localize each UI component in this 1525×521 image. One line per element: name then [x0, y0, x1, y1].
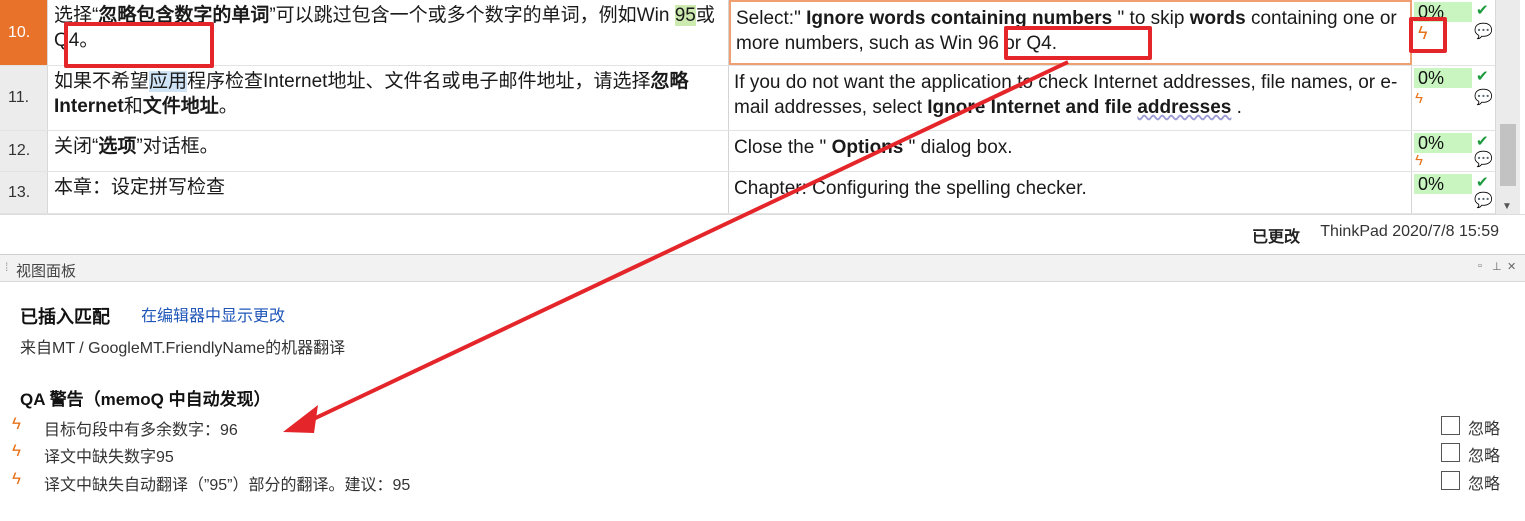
segment-status: 0% ✔ 💬	[1412, 172, 1495, 213]
inserted-match-title: 已插入匹配	[20, 307, 110, 327]
source-bold-text: 文件地址	[142, 96, 219, 117]
source-text: 程序检查Internet地址、文件名或电子邮件地址，请选择	[187, 71, 651, 92]
qa-warning-text: 目标句段中有多余数字：96	[44, 422, 238, 439]
check-icon: ✔	[1476, 174, 1489, 191]
restore-icon[interactable]: ▫	[1478, 260, 1482, 272]
view-pane-title: 视图面板	[16, 263, 77, 280]
comment-bubble-icon[interactable]: 💬	[1474, 150, 1493, 168]
lightning-warning-icon[interactable]: ϟ	[1415, 90, 1423, 107]
source-text: ”对话框。	[136, 136, 219, 157]
source-text: ”可以跳过包含一个或多个数字的单词，例如	[269, 5, 637, 26]
source-bold-text: Internet	[54, 96, 124, 117]
source-text: 和	[123, 96, 143, 117]
lightning-warning-icon: ϟ	[12, 441, 21, 460]
match-percent: 0%	[1414, 174, 1472, 194]
segment-status: 0% ✔ ϟ 💬	[1412, 66, 1495, 130]
source-text: 关闭“	[54, 136, 99, 157]
target-cell[interactable]: Chapter: Configuring the spelling checke…	[729, 172, 1412, 213]
show-changes-link[interactable]: 在编辑器中显示更改	[141, 302, 285, 326]
segment-number: 12.	[0, 131, 48, 171]
source-number-highlight: 95	[674, 5, 696, 26]
segment-grid: 10. 选择“忽略包含数字的单词”可以跳过包含一个或多个数字的单词，例如Win …	[0, 0, 1525, 214]
comment-bubble-icon[interactable]: 💬	[1474, 22, 1493, 40]
ignore-label[interactable]: 忽略	[1468, 470, 1500, 494]
source-cell[interactable]: 本章：设定拼写检查	[48, 172, 729, 213]
annotation-box-source-number	[64, 22, 214, 68]
lightning-warning-icon: ϟ	[12, 414, 21, 433]
target-text: Close the "	[734, 137, 832, 158]
ignore-label[interactable]: 忽略	[1468, 415, 1500, 439]
comment-bubble-icon[interactable]: 💬	[1474, 88, 1493, 106]
source-cell[interactable]: 如果不希望应用程序检查Internet地址、文件名或电子邮件地址，请选择忽略 In…	[48, 66, 729, 130]
target-cell[interactable]: Close the " Options " dialog box.	[729, 131, 1412, 171]
source-highlight: 应用	[149, 71, 188, 92]
qa-warning-item: ϟ 译文中缺失自动翻译（”95”）部分的翻译。建议：95 忽略	[12, 469, 1512, 494]
qa-warning-item: ϟ 译文中缺失数字95 忽略	[12, 441, 1512, 466]
scroll-down-arrow-icon[interactable]: ▼	[1502, 201, 1512, 212]
qa-warning-item: ϟ 目标句段中有多余数字：96 忽略	[12, 414, 1512, 439]
source-bold-text: 选项	[98, 136, 137, 157]
target-cell[interactable]: If you do not want the application to ch…	[729, 66, 1412, 130]
source-text: 如果不希望	[54, 71, 150, 92]
match-percent: 0%	[1414, 133, 1472, 153]
segment-row-13[interactable]: 13. 本章：设定拼写检查 Chapter: Configuring the s…	[0, 172, 1495, 214]
mt-source-label: 来自MT / GoogleMT.FriendlyName的机器翻译	[20, 340, 346, 357]
segment-row-12[interactable]: 12. 关闭“选项”对话框。 Close the " Options " dia…	[0, 131, 1495, 172]
annotation-box-target-number	[1004, 26, 1152, 60]
drag-grip-icon[interactable]: ⁞	[5, 260, 9, 274]
lightning-warning-icon[interactable]: ϟ	[1418, 23, 1428, 44]
pin-icon[interactable]: ⊥	[1492, 260, 1502, 273]
target-bold-text: Options	[831, 137, 904, 158]
segment-number: 13.	[0, 172, 48, 213]
lightning-warning-icon[interactable]: ϟ	[1415, 152, 1423, 169]
target-text: " dialog box.	[903, 137, 1013, 158]
qa-warnings-title: QA 警告（memoQ 中自动发现）	[20, 390, 271, 409]
check-icon: ✔	[1476, 133, 1489, 150]
segment-number: 11.	[0, 66, 48, 130]
ignore-checkbox[interactable]	[1441, 416, 1460, 435]
lightning-warning-icon: ϟ	[12, 469, 21, 488]
segment-status-bar: 已更改 ThinkPad 2020/7/8 15:59	[0, 214, 1525, 250]
qa-warning-text: 译文中缺失自动翻译（”95”）部分的翻译。建议：95	[44, 477, 411, 494]
user-date-label: ThinkPad 2020/7/8 15:59	[1320, 223, 1499, 240]
check-icon: ✔	[1476, 68, 1489, 85]
target-text: Select:"	[736, 8, 807, 29]
segment-row-11[interactable]: 11. 如果不希望应用程序检查Internet地址、文件名或电子邮件地址，请选择…	[0, 66, 1495, 131]
segment-number: 10.	[0, 0, 48, 65]
target-bold-text: words	[1189, 8, 1246, 29]
source-bold-text: 忽略	[650, 71, 689, 92]
view-pane-header: ⁞ 视图面板 ▫ ⊥ ✕	[0, 254, 1525, 282]
close-icon[interactable]: ✕	[1507, 260, 1516, 273]
match-percent: 0%	[1414, 68, 1472, 88]
qa-warning-text: 译文中缺失数字95	[44, 449, 174, 466]
view-pane-body: 已插入匹配 在编辑器中显示更改 来自MT / GoogleMT.Friendly…	[0, 282, 1525, 521]
check-icon: ✔	[1476, 2, 1489, 19]
source-text: Win	[636, 5, 675, 26]
target-text: .	[1231, 97, 1242, 118]
changed-label: 已更改	[1251, 229, 1300, 246]
scrollbar-thumb[interactable]	[1500, 124, 1516, 186]
source-text: 。	[218, 96, 238, 117]
annotation-box-warning-icon: ϟ	[1409, 17, 1447, 53]
segment-status: 0% ✔ ϟ 💬	[1412, 131, 1495, 171]
source-text: 本章：设定拼写检查	[54, 177, 226, 198]
source-cell[interactable]: 关闭“选项”对话框。	[48, 131, 729, 171]
ignore-label[interactable]: 忽略	[1468, 442, 1500, 466]
ignore-checkbox[interactable]	[1441, 443, 1460, 462]
target-bold-text: Ignore Internet and file	[927, 97, 1138, 118]
target-spelling-underline: addresses	[1137, 97, 1232, 118]
target-text: Chapter: Configuring the spelling checke…	[734, 178, 1087, 199]
grid-scrollbar[interactable]: ▼	[1495, 0, 1520, 214]
comment-bubble-icon[interactable]: 💬	[1474, 191, 1493, 209]
ignore-checkbox[interactable]	[1441, 471, 1460, 490]
segment-row-10[interactable]: 10. 选择“忽略包含数字的单词”可以跳过包含一个或多个数字的单词，例如Win …	[0, 0, 1495, 66]
